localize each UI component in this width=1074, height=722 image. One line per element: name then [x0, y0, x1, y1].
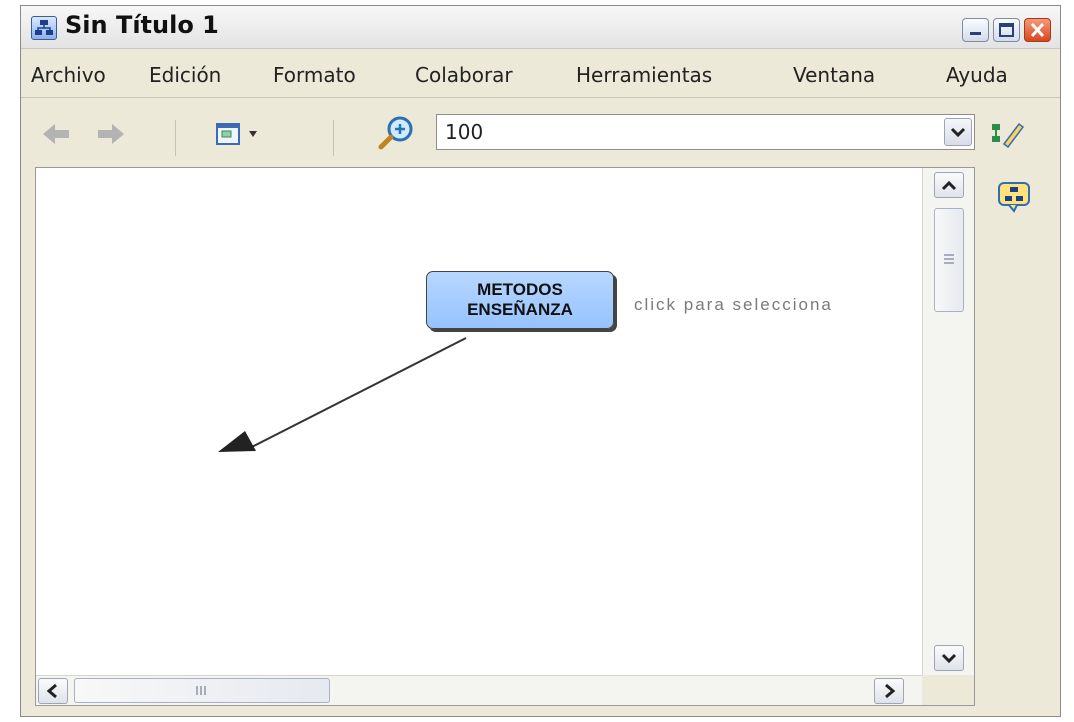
chevron-up-icon: [941, 180, 957, 191]
menu-edicion[interactable]: Edición: [149, 63, 221, 87]
menu-colaborar[interactable]: Colaborar: [415, 63, 513, 87]
concept-node[interactable]: METODOS ENSEÑANZA: [426, 271, 614, 329]
close-button[interactable]: [1024, 18, 1051, 42]
window-title: Sin Título 1: [65, 11, 219, 39]
zoom-in-icon[interactable]: [376, 114, 418, 152]
zoom-combobox[interactable]: 100: [436, 114, 975, 150]
minimize-icon: [970, 32, 981, 35]
concept-label-line2: ENSEÑANZA: [467, 300, 573, 319]
map-canvas[interactable]: METODOS ENSEÑANZA click para selecciona: [36, 168, 922, 676]
concept-panel-icon[interactable]: [997, 181, 1031, 213]
title-bar[interactable]: Sin Título 1: [21, 6, 1060, 49]
scroll-up-button[interactable]: [934, 172, 964, 198]
maximize-button[interactable]: [993, 18, 1020, 42]
menu-ayuda[interactable]: Ayuda: [946, 63, 1008, 87]
grip-icon: [944, 254, 954, 264]
view-window-icon[interactable]: [211, 117, 259, 151]
vertical-scroll-thumb[interactable]: [934, 208, 964, 312]
zoom-dropdown-button[interactable]: [944, 118, 972, 146]
menu-bar: Archivo Edición Formato Colaborar Herram…: [21, 49, 1060, 98]
chevron-down-icon: [950, 127, 966, 138]
scrollbar-corner: [922, 675, 974, 705]
map-canvas-area: METODOS ENSEÑANZA click para selecciona: [35, 167, 975, 706]
chevron-down-icon: [941, 653, 957, 664]
scroll-down-button[interactable]: [934, 645, 964, 671]
menu-herramientas[interactable]: Herramientas: [576, 63, 712, 87]
horizontal-scroll-thumb[interactable]: [74, 678, 330, 703]
horizontal-scrollbar[interactable]: [36, 675, 922, 705]
concept-label-line1: METODOS: [477, 280, 563, 299]
application-window: Sin Título 1 Archivo Edición Formato Col…: [20, 5, 1061, 717]
chevron-right-icon: [885, 683, 896, 699]
forward-arrow-icon[interactable]: [96, 122, 126, 146]
minimize-button[interactable]: [962, 18, 989, 42]
styles-edit-icon[interactable]: [989, 118, 1025, 148]
toolbar-separator-2: [333, 120, 334, 156]
menu-archivo[interactable]: Archivo: [31, 63, 106, 87]
menu-ventana[interactable]: Ventana: [793, 63, 875, 87]
chevron-left-icon: [46, 683, 57, 699]
menu-formato[interactable]: Formato: [273, 63, 356, 87]
vertical-scrollbar[interactable]: [922, 168, 974, 676]
grip-icon: [196, 686, 206, 695]
back-arrow-icon[interactable]: [41, 122, 71, 146]
selection-hint: click para selecciona: [634, 295, 833, 314]
toolbar: 100: [21, 98, 1060, 168]
scroll-right-button[interactable]: [874, 678, 904, 704]
zoom-value: 100: [445, 120, 484, 144]
maximize-icon: [999, 23, 1014, 37]
linking-arrow[interactable]: [36, 168, 922, 676]
close-icon: [1030, 22, 1045, 38]
concept-map-icon: [31, 16, 57, 40]
scroll-left-button[interactable]: [38, 678, 68, 704]
toolbar-separator: [175, 120, 176, 156]
